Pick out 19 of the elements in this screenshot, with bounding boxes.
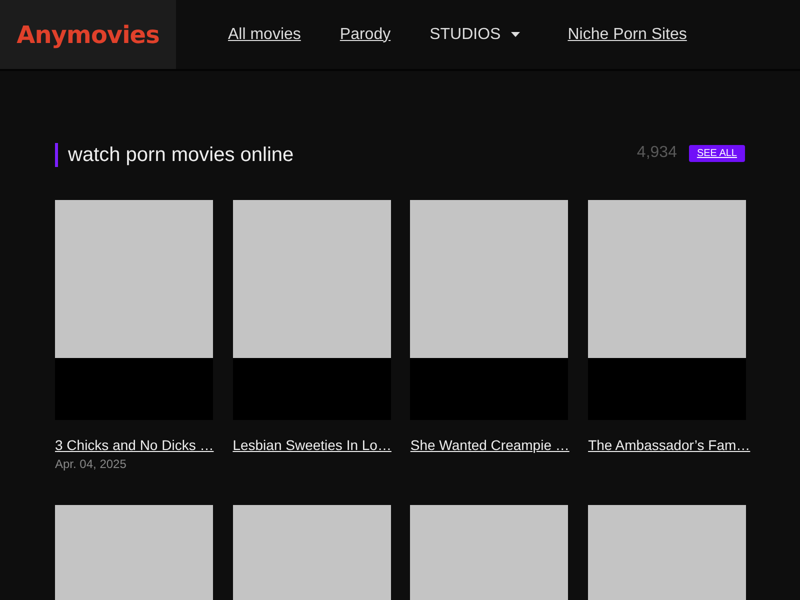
nav-link[interactable]: Niche Porn Sites xyxy=(568,26,687,44)
movie-title-link[interactable]: 3 Chicks and No Dicks … xyxy=(55,437,213,453)
site-logo[interactable]: Anymovies xyxy=(16,20,160,48)
nav-dropdown[interactable]: STUDIOS xyxy=(430,26,520,44)
section-title: watch porn movies online xyxy=(68,144,294,166)
caret-icon xyxy=(510,32,520,37)
movie-title-link[interactable]: The Ambassador’s Fam… xyxy=(588,437,746,453)
see-all-button[interactable]: SEE ALL xyxy=(688,144,745,162)
movie-date: Apr. 04, 2025 xyxy=(55,457,128,471)
thumbnail-placeholder[interactable] xyxy=(588,200,746,420)
nav-link[interactable]: Parody xyxy=(340,26,391,44)
thumbnail-placeholder[interactable] xyxy=(55,200,213,420)
thumbnail-placeholder[interactable] xyxy=(232,200,391,420)
movie-title-link[interactable]: Lesbian Sweeties In Lo… xyxy=(232,437,391,453)
nav-link[interactable]: All movies xyxy=(228,26,301,44)
thumbnail-placeholder[interactable] xyxy=(410,200,568,420)
movie-title-link[interactable]: She Wanted Creampie … xyxy=(410,437,568,453)
movie-count: 4,934 xyxy=(636,144,677,162)
accent-bar xyxy=(55,143,58,167)
